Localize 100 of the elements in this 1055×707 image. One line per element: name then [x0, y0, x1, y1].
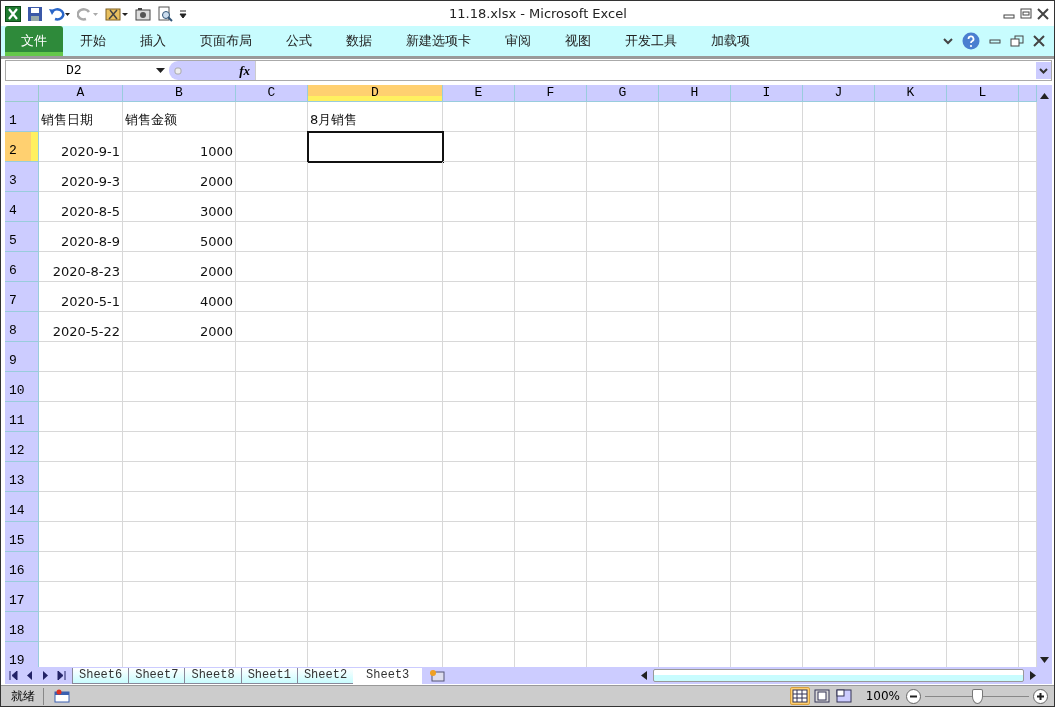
column-header[interactable]: I — [731, 85, 803, 102]
row-header[interactable]: 16 — [5, 552, 39, 582]
row-header[interactable]: 11 — [5, 402, 39, 432]
ribbon-tab[interactable]: 开始 — [63, 26, 123, 56]
file-tab[interactable]: 文件 — [5, 26, 63, 56]
row-header[interactable]: 15 — [5, 522, 39, 552]
help-icon[interactable] — [962, 32, 980, 50]
table-cell — [236, 282, 308, 312]
column-header[interactable]: H — [659, 85, 731, 102]
record-macro-icon[interactable] — [54, 689, 70, 703]
save-icon[interactable] — [27, 5, 43, 22]
row-header[interactable]: 2 — [5, 132, 39, 162]
table-cell — [659, 132, 731, 162]
sheet-tab[interactable]: Sheet6 — [72, 667, 130, 684]
ribbon-tab[interactable]: 数据 — [329, 26, 389, 56]
last-sheet-icon[interactable] — [57, 671, 66, 680]
sheet-tab[interactable]: Sheet3 — [353, 667, 423, 684]
table-cell — [947, 282, 1019, 312]
table-cell — [875, 162, 947, 192]
table-cell — [947, 252, 1019, 282]
excel-logo-icon[interactable] — [5, 5, 21, 22]
insert-function-button[interactable]: fx — [239, 62, 250, 79]
row-header[interactable]: 10 — [5, 372, 39, 402]
row-header[interactable]: 12 — [5, 432, 39, 462]
dropdown-arrow-icon[interactable] — [156, 67, 165, 74]
table-cell — [659, 552, 731, 582]
table-cell — [947, 222, 1019, 252]
close-icon[interactable] — [1036, 7, 1050, 20]
column-header[interactable]: D — [308, 85, 443, 102]
row-header[interactable]: 14 — [5, 492, 39, 522]
next-sheet-icon[interactable] — [41, 671, 50, 680]
row-header[interactable]: 17 — [5, 582, 39, 612]
table-cell — [236, 492, 308, 522]
row-header[interactable]: 5 — [5, 222, 39, 252]
column-header[interactable]: L — [947, 85, 1019, 102]
scroll-up-icon[interactable] — [1040, 93, 1049, 99]
table-cell — [659, 402, 731, 432]
ribbon-tab[interactable]: 加载项 — [694, 26, 767, 56]
row-header[interactable]: 4 — [5, 192, 39, 222]
restore-icon[interactable] — [1010, 35, 1024, 47]
undo-icon[interactable] — [49, 5, 71, 22]
zoom-slider-thumb[interactable] — [972, 688, 983, 704]
row-header[interactable]: 1 — [5, 102, 39, 132]
table-cell — [947, 582, 1019, 612]
scroll-down-icon[interactable] — [1040, 657, 1049, 663]
normal-view-button[interactable] — [789, 687, 810, 705]
expand-handle-icon[interactable] — [174, 64, 182, 77]
maximize-icon[interactable] — [1019, 7, 1033, 20]
sheet-tab[interactable]: Sheet1 — [240, 667, 298, 684]
column-header[interactable]: G — [587, 85, 659, 102]
column-header[interactable]: A — [39, 85, 123, 102]
table-cell — [659, 582, 731, 612]
row-header[interactable]: 13 — [5, 462, 39, 492]
ribbon-tab[interactable]: 视图 — [548, 26, 608, 56]
print-preview-icon[interactable] — [157, 5, 173, 22]
table-cell — [875, 522, 947, 552]
column-header[interactable]: K — [875, 85, 947, 102]
row-header[interactable]: 8 — [5, 312, 39, 342]
chevron-down-icon[interactable] — [942, 36, 954, 46]
scroll-right-icon[interactable] — [1030, 671, 1036, 680]
column-header[interactable]: J — [803, 85, 875, 102]
ribbon-tab[interactable]: 开发工具 — [608, 26, 694, 56]
camera-icon[interactable] — [135, 5, 151, 22]
ribbon-tab[interactable]: 新建选项卡 — [389, 26, 488, 56]
table-cell — [236, 402, 308, 432]
column-header[interactable]: C — [236, 85, 308, 102]
ribbon-tab[interactable]: 插入 — [123, 26, 183, 56]
scroll-left-icon[interactable] — [641, 671, 647, 680]
close-icon[interactable] — [1032, 35, 1046, 47]
column-header[interactable]: B — [123, 85, 236, 102]
row-header[interactable]: 7 — [5, 282, 39, 312]
table-cell — [515, 132, 587, 162]
ribbon-tab[interactable]: 审阅 — [488, 26, 548, 56]
zoom-out-icon[interactable] — [906, 688, 921, 704]
name-box[interactable]: D2 — [6, 61, 169, 80]
row-header[interactable]: 9 — [5, 342, 39, 372]
zoom-in-icon[interactable] — [1033, 688, 1048, 704]
table-cell — [236, 252, 308, 282]
page-break-view-button[interactable] — [833, 687, 854, 705]
row-header[interactable]: 3 — [5, 162, 39, 192]
tools-icon[interactable] — [105, 5, 129, 22]
expand-formula-bar-icon[interactable] — [1036, 62, 1051, 79]
ribbon-tab[interactable]: 页面布局 — [183, 26, 269, 56]
previous-sheet-icon[interactable] — [25, 671, 34, 680]
page-layout-view-button[interactable] — [811, 687, 832, 705]
row-header[interactable]: 6 — [5, 252, 39, 282]
sheet-tab[interactable]: Sheet2 — [296, 667, 355, 684]
column-header[interactable]: F — [515, 85, 587, 102]
row-header[interactable]: 18 — [5, 612, 39, 642]
vertical-scrollbar[interactable] — [1037, 85, 1052, 667]
ribbon-tab[interactable]: 公式 — [269, 26, 329, 56]
active-cell[interactable] — [307, 131, 444, 163]
zoom-level[interactable]: 100% — [865, 689, 900, 703]
row-header[interactable]: 19 — [5, 642, 39, 667]
first-sheet-icon[interactable] — [9, 671, 18, 680]
horizontal-scrollbar[interactable] — [641, 669, 1036, 682]
customize-menu-icon[interactable] — [179, 7, 187, 20]
sheet-tab[interactable]: Sheet8 — [184, 667, 242, 684]
column-header[interactable]: E — [443, 85, 515, 102]
sheet-tab[interactable]: Sheet7 — [128, 667, 186, 684]
